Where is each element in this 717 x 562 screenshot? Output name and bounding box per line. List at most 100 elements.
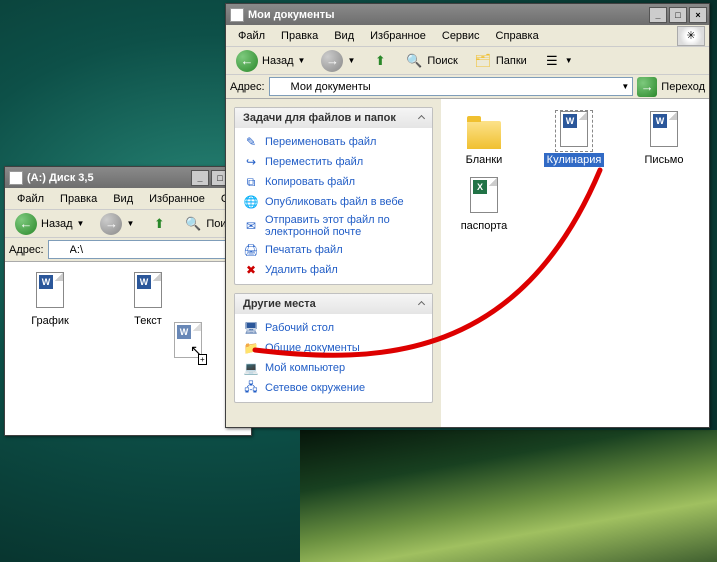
back-icon: ←	[15, 213, 37, 235]
titlebar-disk-a[interactable]: (A:) Диск 3,5 _ □ ×	[5, 167, 251, 188]
menu-edit[interactable]: Правка	[273, 28, 326, 44]
file-label: График	[28, 314, 72, 328]
file-area-disk-a[interactable]: График Текст ↖+	[5, 262, 251, 435]
mydocs-icon	[230, 8, 244, 22]
address-input-box[interactable]: ▼	[48, 240, 247, 259]
publish-icon: 🌐	[243, 194, 259, 210]
addressbar-my-documents: Адрес: ▼ → Переход	[226, 75, 709, 99]
search-icon: 🔍	[184, 215, 202, 233]
views-button[interactable]: ☰▼	[537, 50, 579, 72]
menu-favorites[interactable]: Избранное	[362, 28, 434, 44]
search-icon: 🔍	[405, 52, 423, 70]
up-button[interactable]: ⬆	[144, 213, 174, 235]
close-button[interactable]: ×	[689, 7, 707, 23]
task-email[interactable]: ✉Отправить этот файл по электронной почт…	[241, 212, 426, 240]
file-pismo[interactable]: Письмо	[629, 111, 699, 167]
task-label: Отправить этот файл по электронной почте	[265, 214, 424, 238]
minimize-button[interactable]: _	[649, 7, 667, 23]
menu-service[interactable]: Сервис	[434, 28, 488, 44]
place-label: Сетевое окружение	[265, 382, 424, 394]
address-input[interactable]	[291, 81, 618, 93]
task-label: Удалить файл	[265, 264, 424, 276]
place-desktop[interactable]: 🖥Рабочий стол	[241, 318, 426, 338]
go-button[interactable]: →	[637, 77, 657, 97]
titlebar-my-documents[interactable]: Мои документы _ □ ×	[226, 4, 709, 25]
task-copy[interactable]: ⧉Копировать файл	[241, 172, 426, 192]
toolbar-disk-a: ←Назад▼ →▼ ⬆ 🔍Поиск 🗂	[5, 210, 251, 238]
collapse-icon	[418, 114, 425, 121]
back-label: Назад	[41, 218, 73, 230]
file-blanki[interactable]: Бланки	[449, 111, 519, 167]
file-label: Письмо	[642, 153, 687, 167]
place-label: Общие документы	[265, 342, 424, 354]
floppy-icon	[9, 171, 23, 185]
word-doc-icon	[36, 272, 64, 308]
task-delete[interactable]: ✖Удалить файл	[241, 260, 426, 280]
place-my-computer[interactable]: 💻Мой компьютер	[241, 358, 426, 378]
task-rename[interactable]: ✎Переименовать файл	[241, 132, 426, 152]
menubar-my-documents: Файл Правка Вид Избранное Сервис Справка…	[226, 25, 709, 47]
menu-file[interactable]: Файл	[9, 191, 52, 207]
file-kulinariya[interactable]: Кулинария	[539, 111, 609, 167]
up-button[interactable]: ⬆	[365, 50, 395, 72]
task-label: Печатать файл	[265, 244, 424, 256]
places-panel-title: Другие места	[243, 298, 316, 310]
file-label: Кулинария	[544, 153, 605, 167]
excel-doc-icon	[470, 177, 498, 213]
back-button[interactable]: ←Назад▼	[9, 211, 90, 237]
address-label: Адрес:	[230, 81, 265, 93]
maximize-button[interactable]: □	[669, 7, 687, 23]
menu-edit[interactable]: Правка	[52, 191, 105, 207]
file-label: Бланки	[463, 153, 506, 167]
file-tekst[interactable]: Текст	[113, 272, 183, 328]
file-grafik[interactable]: График	[15, 272, 85, 328]
file-area-my-documents[interactable]: Бланки Кулинария Письмо паспорта	[441, 99, 709, 427]
forward-button[interactable]: →▼	[315, 48, 361, 74]
task-print[interactable]: 🖨 Печатать файл	[241, 240, 426, 260]
toolbar-my-documents: ←Назад▼ →▼ ⬆ 🔍 Поиск 🗂Папки ☰▼	[226, 47, 709, 75]
throbber-icon: ✳	[677, 26, 705, 46]
word-doc-icon	[650, 111, 678, 147]
address-label: Адрес:	[9, 244, 44, 256]
copy-icon: ⧉	[243, 174, 259, 190]
task-move[interactable]: ↪ Переместить файл	[241, 152, 426, 172]
folders-button[interactable]: 🗂Папки	[468, 50, 533, 72]
forward-button[interactable]: →▼	[94, 211, 140, 237]
menu-file[interactable]: Файл	[230, 28, 273, 44]
address-dropdown-icon[interactable]: ▼	[621, 82, 629, 91]
task-label: Переместить файл	[265, 156, 424, 168]
views-icon: ☰	[543, 52, 561, 70]
back-button[interactable]: ←Назад▼	[230, 48, 311, 74]
task-label: Переименовать файл	[265, 136, 424, 148]
word-doc-icon	[560, 111, 588, 147]
tasks-panel-header[interactable]: Задачи для файлов и папок	[235, 108, 432, 128]
minimize-button[interactable]: _	[191, 170, 209, 186]
places-panel-header[interactable]: Другие места	[235, 294, 432, 314]
menubar-disk-a: Файл Правка Вид Избранное Се	[5, 188, 251, 210]
window-my-documents: Мои документы _ □ × Файл Правка Вид Избр…	[225, 3, 710, 428]
tasks-panel-title: Задачи для файлов и папок	[243, 112, 396, 124]
file-pasporta[interactable]: паспорта	[449, 177, 519, 233]
menu-favorites[interactable]: Избранное	[141, 191, 213, 207]
places-panel: Другие места 🖥Рабочий стол 📁 Общие докуме…	[234, 293, 433, 403]
task-publish[interactable]: 🌐Опубликовать файл в вебе	[241, 192, 426, 212]
address-input[interactable]	[70, 244, 232, 256]
search-label: Поиск	[427, 55, 457, 67]
address-input-box[interactable]: ▼	[269, 77, 634, 96]
menu-help[interactable]: Справка	[488, 28, 547, 44]
folders-icon: 🗂	[474, 52, 492, 70]
menu-view[interactable]: Вид	[326, 28, 362, 44]
drag-cursor: ↖+	[190, 342, 202, 359]
forward-icon: →	[321, 50, 343, 72]
folder-icon	[467, 121, 501, 149]
place-shared-docs[interactable]: 📁 Общие документы	[241, 338, 426, 358]
file-label: Текст	[131, 314, 165, 328]
back-icon: ←	[236, 50, 258, 72]
menu-view[interactable]: Вид	[105, 191, 141, 207]
search-button[interactable]: 🔍 Поиск	[399, 50, 463, 72]
move-icon: ↪	[243, 154, 259, 170]
shared-docs-icon: 📁	[243, 340, 259, 356]
place-network[interactable]: 🖧Сетевое окружение	[241, 378, 426, 398]
window-title: (A:) Диск 3,5	[27, 172, 187, 184]
print-icon: 🖨	[243, 242, 259, 258]
